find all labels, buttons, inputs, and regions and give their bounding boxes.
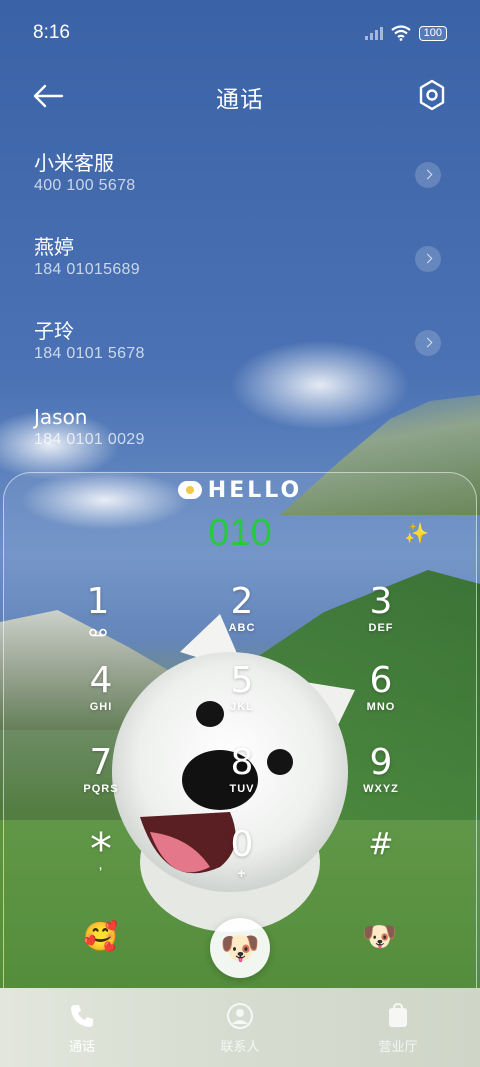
banner-text: HELLO bbox=[207, 478, 303, 503]
battery-icon: 100 bbox=[418, 25, 447, 41]
emoji-face-hearts-icon[interactable]: 🥰 bbox=[83, 920, 118, 953]
page-title: 通话 bbox=[216, 87, 264, 113]
chevron-right-icon[interactable] bbox=[415, 246, 441, 272]
key-letters: WXYZ bbox=[363, 783, 399, 795]
dialpad-key-2[interactable]: 2 ABC bbox=[197, 582, 287, 652]
status-bar: 8:16 100 bbox=[0, 0, 480, 66]
contact-name: 小米客服 bbox=[34, 151, 114, 175]
contact-number: 400 100 5678 bbox=[34, 177, 136, 194]
key-digit: 4 bbox=[89, 660, 113, 701]
key-letters: + bbox=[237, 865, 247, 881]
key-digit: 1 bbox=[86, 581, 110, 622]
key-letters: MNO bbox=[366, 701, 396, 713]
dialpad-key-1[interactable]: 1 bbox=[53, 582, 143, 652]
recent-call-item[interactable]: 燕婷 184 01015689 bbox=[34, 234, 446, 304]
key-digit: 3 bbox=[369, 581, 393, 622]
contacts-icon bbox=[227, 1003, 253, 1029]
key-letters: GHI bbox=[89, 701, 113, 713]
tab-contacts[interactable]: 联系人 bbox=[190, 1002, 290, 1055]
key-letters: , bbox=[98, 860, 104, 872]
status-icons: 100 bbox=[364, 25, 447, 41]
dialpad-key-hash[interactable]: # bbox=[336, 825, 426, 895]
tab-label: 联系人 bbox=[220, 1040, 260, 1055]
key-letters: TUV bbox=[229, 783, 255, 795]
signal-icon bbox=[364, 26, 383, 40]
key-digit: 2 bbox=[230, 581, 254, 622]
voicemail-icon bbox=[89, 628, 107, 637]
chevron-right-icon[interactable] bbox=[415, 330, 441, 356]
recent-call-item[interactable]: 子玲 184 0101 5678 bbox=[34, 318, 446, 388]
status-time: 8:16 bbox=[33, 22, 70, 43]
dialpad-key-8[interactable]: 8 TUV bbox=[197, 743, 287, 813]
tab-store[interactable]: 营业厅 bbox=[348, 1002, 448, 1055]
chevron-right-icon[interactable] bbox=[415, 162, 441, 188]
recent-call-item[interactable]: 小米客服 400 100 5678 bbox=[34, 150, 446, 220]
dialpad-key-5[interactable]: 5 JKL bbox=[197, 661, 287, 731]
contact-number: 184 0101 0029 bbox=[34, 431, 145, 448]
dialpad-key-7[interactable]: 7 PQRS bbox=[56, 743, 146, 813]
cloud-heart-icon bbox=[177, 481, 202, 499]
key-digit: # bbox=[368, 827, 394, 862]
bottom-nav: 通话 联系人 营业厅 bbox=[0, 988, 480, 1067]
key-letters: PQRS bbox=[83, 783, 119, 795]
recent-call-item[interactable]: Jason 184 0101 0029 bbox=[34, 404, 446, 474]
tab-label: 通话 bbox=[68, 1040, 95, 1055]
key-digit: 8 bbox=[230, 742, 254, 783]
contact-number: 184 0101 5678 bbox=[34, 345, 145, 362]
contact-name: 燕婷 bbox=[34, 235, 74, 259]
tab-label: 营业厅 bbox=[378, 1040, 418, 1055]
dialpad-key-6[interactable]: 6 MNO bbox=[336, 661, 426, 731]
contact-number: 184 01015689 bbox=[34, 261, 140, 278]
dialpad-key-9[interactable]: 9 WXYZ bbox=[336, 743, 426, 813]
dialpad-key-4[interactable]: 4 GHI bbox=[56, 661, 146, 731]
store-bag-icon bbox=[389, 1002, 407, 1027]
dialpad-banner: HELLO bbox=[0, 478, 480, 503]
key-letters: JKL bbox=[230, 701, 254, 713]
dialpad-key-0[interactable]: 0 + bbox=[197, 825, 287, 895]
contact-name: 子玲 bbox=[34, 319, 74, 343]
key-digit: 9 bbox=[369, 742, 393, 783]
sparkle-icon[interactable]: ✨ bbox=[404, 521, 429, 545]
app-header: 通话 bbox=[0, 74, 480, 118]
dialpad-key-3[interactable]: 3 DEF bbox=[336, 582, 426, 652]
key-digit: 0 bbox=[230, 824, 254, 865]
key-digit: 7 bbox=[89, 742, 113, 783]
key-digit: 5 bbox=[230, 660, 254, 701]
key-digit: 6 bbox=[369, 660, 393, 701]
dialpad-key-star[interactable]: * , bbox=[56, 828, 146, 900]
wifi-icon bbox=[390, 25, 411, 41]
key-letters: ABC bbox=[228, 622, 256, 634]
settings-icon[interactable] bbox=[417, 78, 447, 112]
phone-icon bbox=[71, 1005, 93, 1027]
tab-calls[interactable]: 通话 bbox=[32, 1002, 132, 1055]
call-button[interactable]: 🐶 bbox=[210, 918, 270, 978]
emoji-dog-icon[interactable]: 🐶 bbox=[362, 920, 397, 953]
contact-name: Jason bbox=[34, 405, 88, 429]
key-letters: DEF bbox=[368, 622, 394, 634]
